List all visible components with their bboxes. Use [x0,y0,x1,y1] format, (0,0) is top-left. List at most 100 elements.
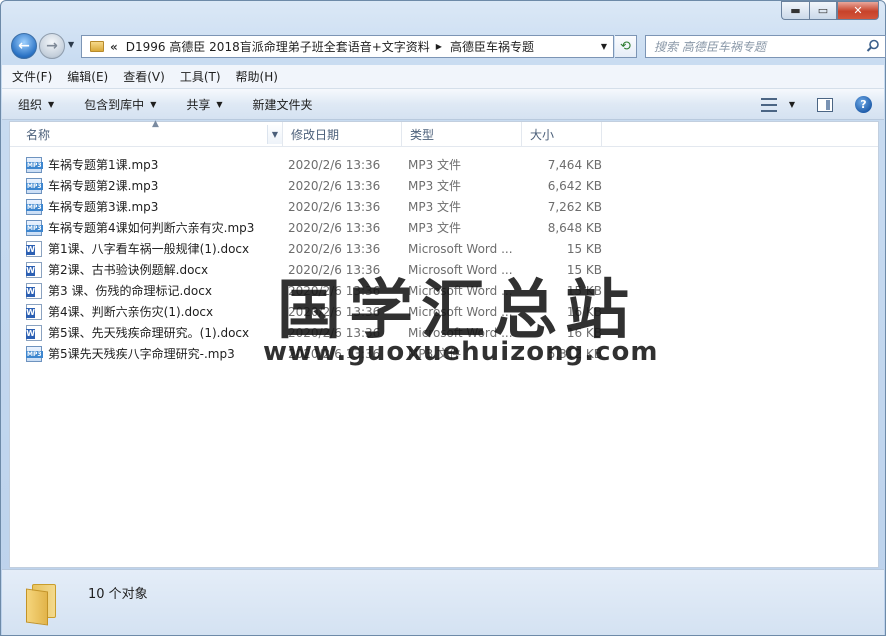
file-date: 2020/2/6 13:36 [288,241,381,256]
column-header-size[interactable]: 大小 [522,122,602,147]
file-name: 车祸专题第4课如何判断六亲有灾.mp3 [48,221,255,235]
file-name: 车祸专题第3课.mp3 [48,200,159,214]
folder-icon [26,584,64,626]
organize-button[interactable]: 组织 ▼ [18,96,54,113]
forward-button[interactable]: → [39,33,65,59]
file-type: MP3 文件 [408,200,462,214]
breadcrumb-overflow[interactable]: « [110,40,118,54]
toolbar-right-group: ▼ ? [760,89,884,120]
file-row[interactable]: 车祸专题第4课如何判断六亲有灾.mp3 2020/2/6 13:36 MP3 文件 8… [26,217,606,238]
file-size: 15 KB [566,262,602,277]
file-type: Microsoft Word ... [408,262,513,277]
menu-help[interactable]: 帮助(H) [236,68,278,85]
menu-bar: 文件(F) 编辑(E) 查看(V) 工具(T) 帮助(H) [2,65,884,89]
file-row[interactable]: 车祸专题第3课.mp3 2020/2/6 13:36 MP3 文件 7,262 KB [26,196,606,217]
file-size: 6,642 KB [547,178,602,193]
file-size: 16 KB [566,325,602,340]
file-type: MP3 文件 [408,347,462,361]
menu-view[interactable]: 查看(V) [123,68,165,85]
change-view-icon[interactable] [760,97,783,112]
new-folder-button[interactable]: 新建文件夹 [253,96,313,113]
explorer-window: ▬ ▭ ✕ ← → ▼ « D1996 高德臣 2018盲派命理弟子班全套语音+… [0,0,886,636]
file-list: 车祸专题第1课.mp32020/2/6 13:36MP3 文件7,464 KB车… [26,154,606,364]
preview-pane-icon[interactable] [817,97,833,112]
details-pane: 10 个对象 [2,569,884,635]
file-size: 7,464 KB [547,157,602,172]
file-size: 5,312 KB [547,346,602,361]
recent-pages-dropdown[interactable]: ▼ [68,40,74,49]
command-bar: 组织 ▼ 包含到库中 ▼ 共享 ▼ 新建文件夹 ▼ ? [2,89,884,120]
column-date-label: 修改日期 [291,128,340,142]
breadcrumb-separator-icon[interactable]: ▶ [436,42,442,51]
search-input[interactable]: 搜索 高德臣车祸专题 [645,35,886,58]
file-row[interactable]: 第5课先天残疾八字命理研究-.mp3 2020/2/6 13:36 MP3 文件 5,… [26,343,606,364]
file-type: Microsoft Word ... [408,283,513,298]
share-label: 共享 [186,97,211,112]
column-header-date[interactable]: 修改日期 [282,122,402,147]
file-row[interactable]: 第2课、古书验诀例题解.docx 2020/2/6 13:36 Microsoft … [26,259,606,280]
include-in-library-label: 包含到库中 [84,97,145,112]
word-document-icon [26,240,42,257]
chevron-down-icon: ▼ [216,99,223,109]
file-list-pane: 名称 ▲ ▼ 修改日期 类型 大小 车祸专题第1课.mp3 2020/2/6 13… [9,119,879,568]
chevron-down-icon: ▼ [48,99,55,109]
share-button[interactable]: 共享 ▼ [186,96,222,113]
file-type: MP3 文件 [408,221,462,235]
include-in-library-button[interactable]: 包含到库中 ▼ [84,96,156,113]
column-filter-dropdown[interactable]: ▼ [267,125,282,144]
help-icon[interactable]: ? [855,96,872,113]
file-date: 2020/2/6 13:36 [288,157,381,172]
file-date: 2020/2/6 13:36 [288,283,381,298]
file-date: 2020/2/6 13:36 [288,199,381,214]
refresh-button[interactable]: ⟲ [615,35,637,58]
minimize-button[interactable]: ▬ [781,1,809,20]
close-button[interactable]: ✕ [837,1,879,20]
menu-file[interactable]: 文件(F) [12,68,52,85]
file-date: 2020/2/6 13:36 [288,325,381,340]
breadcrumb-segment[interactable]: 高德臣车祸专题 [450,38,534,55]
address-dropdown-icon[interactable]: ▼ [601,42,607,51]
file-row[interactable]: 车祸专题第1课.mp3 2020/2/6 13:36 MP3 文件 7,464 KB [26,154,606,175]
file-date: 2020/2/6 13:36 [288,346,381,361]
breadcrumb-segment[interactable]: D1996 高德臣 2018盲派命理弟子班全套语音+文字资料 [126,38,430,55]
file-row[interactable]: 第5课、先天残疾命理研究。(1).docx 2020/2/6 13:36 Micro… [26,322,606,343]
column-header-row: 名称 ▲ ▼ 修改日期 类型 大小 [10,119,878,147]
column-name-label: 名称 [26,128,51,142]
mp3-file-icon [26,177,43,194]
file-size: 7,262 KB [547,199,602,214]
organize-label: 组织 [18,97,43,112]
maximize-button[interactable]: ▭ [809,1,837,20]
search-placeholder: 搜索 高德臣车祸专题 [654,40,766,54]
mp3-file-icon [26,345,43,362]
file-name: 第3 课、伤残的命理标记.docx [48,284,212,298]
file-size: 8,648 KB [547,220,602,235]
file-name: 第4课、判断六亲伤灾(1).docx [48,305,214,319]
file-row[interactable]: 车祸专题第2课.mp3 2020/2/6 13:36 MP3 文件 6,642 KB [26,175,606,196]
menu-edit[interactable]: 编辑(E) [67,68,108,85]
file-name: 第1课、八字看车祸一般规律(1).docx [48,242,250,256]
file-name: 车祸专题第2课.mp3 [48,179,159,193]
file-type: MP3 文件 [408,179,462,193]
file-name: 第2课、古书验诀例题解.docx [48,263,209,277]
file-size: 15 KB [566,241,602,256]
file-row[interactable]: 第3 课、伤残的命理标记.docx 2020/2/6 13:36 Microsoft… [26,280,606,301]
navigation-row: ← → ▼ « D1996 高德臣 2018盲派命理弟子班全套语音+文字资料 ▶… [9,31,886,61]
file-type: Microsoft Word ... [408,304,513,319]
caption-buttons: ▬ ▭ ✕ [781,1,879,20]
back-button[interactable]: ← [11,33,37,59]
view-options-dropdown[interactable]: ▼ [789,100,795,109]
address-bar[interactable]: « D1996 高德臣 2018盲派命理弟子班全套语音+文字资料 ▶ 高德臣车祸… [81,35,614,58]
file-row[interactable]: 第1课、八字看车祸一般规律(1).docx 2020/2/6 13:36 Micro… [26,238,606,259]
file-date: 2020/2/6 13:36 [288,178,381,193]
file-name: 第5课先天残疾八字命理研究-.mp3 [48,347,235,361]
column-type-label: 类型 [410,128,435,142]
word-document-icon [26,303,42,320]
search-icon[interactable] [866,39,880,53]
file-row[interactable]: 第4课、判断六亲伤灾(1).docx 2020/2/6 13:36 Microsof… [26,301,606,322]
column-header-name[interactable]: 名称 ▲ [18,119,290,147]
column-header-type[interactable]: 类型 [402,122,522,147]
menu-tools[interactable]: 工具(T) [180,68,221,85]
sort-ascending-icon: ▲ [152,119,159,129]
column-size-label: 大小 [530,128,555,142]
item-count: 10 个对象 [88,587,148,602]
